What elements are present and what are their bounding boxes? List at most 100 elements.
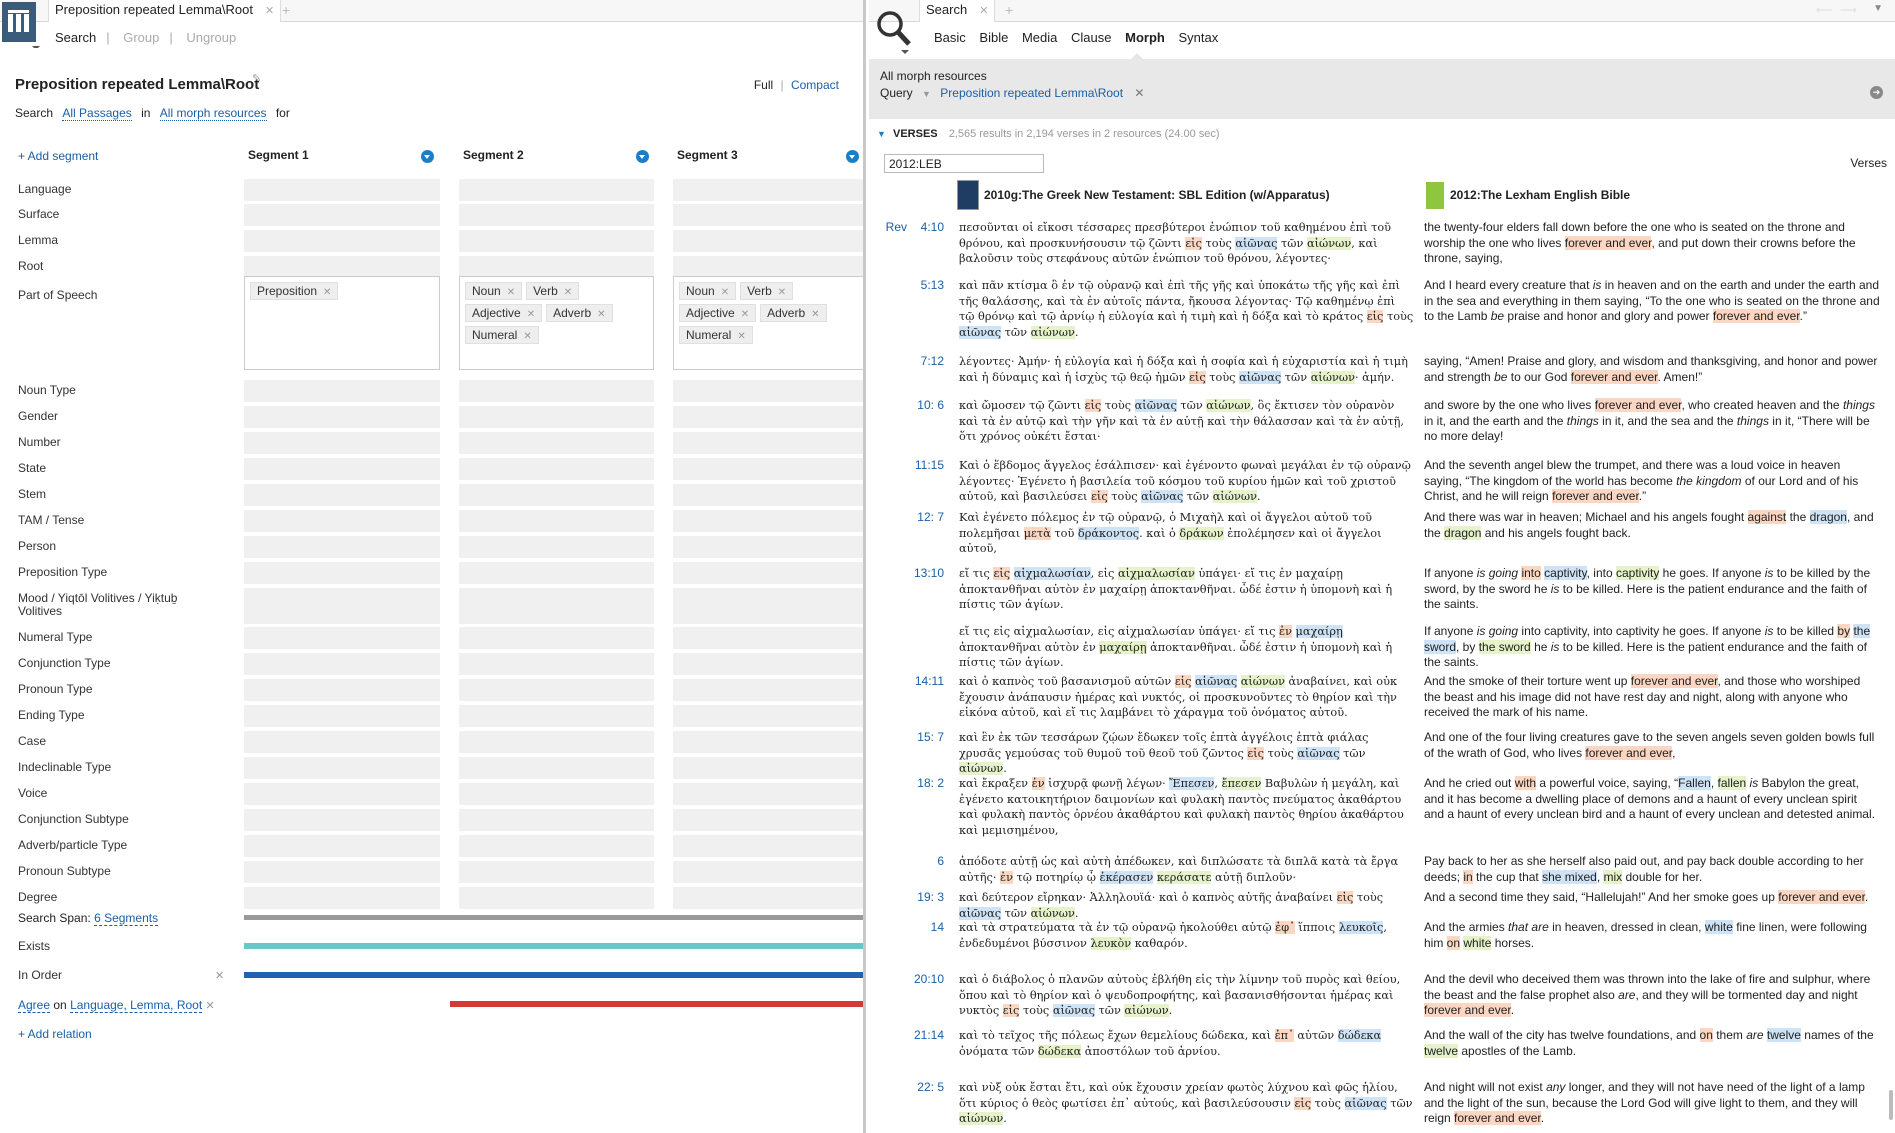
attribute-cell[interactable] bbox=[244, 432, 440, 454]
attribute-cell[interactable] bbox=[244, 588, 440, 624]
remove-icon[interactable]: ✕ bbox=[215, 969, 224, 982]
search-app-icon[interactable] bbox=[875, 6, 915, 59]
attribute-cell[interactable] bbox=[459, 562, 654, 584]
tab-query[interactable]: Preposition repeated Lemma\Root ✕ bbox=[48, 0, 282, 22]
close-icon[interactable]: ✕ bbox=[979, 5, 988, 17]
tab-syntax[interactable]: Syntax bbox=[1178, 30, 1218, 45]
attribute-cell[interactable] bbox=[459, 230, 654, 252]
english-text[interactable]: And I heard every creature that is in he… bbox=[1424, 278, 1880, 325]
attribute-cell[interactable] bbox=[673, 536, 863, 558]
tab-clause[interactable]: Clause bbox=[1071, 30, 1111, 45]
attribute-cell[interactable] bbox=[459, 406, 654, 428]
attribute-cell[interactable] bbox=[673, 380, 863, 402]
pos-chip[interactable]: Numeral ✕ bbox=[465, 326, 539, 344]
pos-chip[interactable]: Adjective ✕ bbox=[465, 304, 543, 322]
verse-reference[interactable]: 6 bbox=[869, 854, 944, 868]
attribute-cell[interactable] bbox=[244, 510, 440, 532]
remove-icon[interactable]: ✕ bbox=[721, 287, 729, 298]
morph-query-app-icon[interactable] bbox=[2, 2, 40, 50]
segment-1-menu-icon[interactable] bbox=[421, 150, 434, 163]
resource-2-title[interactable]: 2012:The Lexham English Bible bbox=[1450, 188, 1630, 202]
collapse-icon[interactable]: ▼ bbox=[877, 129, 886, 139]
attribute-cell[interactable] bbox=[673, 887, 863, 909]
edit-icon[interactable]: ✎ bbox=[252, 72, 261, 85]
tab-media[interactable]: Media bbox=[1022, 30, 1057, 45]
tab-bible[interactable]: Bible bbox=[979, 30, 1008, 45]
verse-reference[interactable]: 5:13 bbox=[869, 278, 944, 292]
attribute-cell[interactable] bbox=[244, 179, 440, 201]
attribute-cell[interactable] bbox=[673, 510, 863, 532]
agree-bar[interactable] bbox=[450, 1001, 863, 1007]
pos-chip[interactable]: Numeral ✕ bbox=[679, 326, 753, 344]
segment-1-pos-box[interactable]: Preposition ✕ bbox=[244, 276, 440, 370]
attribute-cell[interactable] bbox=[459, 510, 654, 532]
forward-arrow-icon[interactable]: ⟶ bbox=[1840, 3, 1857, 17]
remove-icon[interactable]: ✕ bbox=[737, 331, 745, 342]
query-link[interactable]: Preposition repeated Lemma\Root bbox=[940, 86, 1123, 100]
attribute-cell[interactable] bbox=[459, 204, 654, 226]
verse-reference[interactable]: 11:15 bbox=[869, 458, 944, 472]
add-relation-button[interactable]: + Add relation bbox=[18, 1027, 92, 1041]
attribute-cell[interactable] bbox=[673, 653, 863, 675]
attribute-cell[interactable] bbox=[459, 536, 654, 558]
verse-reference[interactable]: 21:14 bbox=[869, 1028, 944, 1042]
attribute-cell[interactable] bbox=[673, 179, 863, 201]
verse-reference[interactable]: 14 bbox=[869, 920, 944, 934]
verse-reference[interactable]: 22: 5 bbox=[869, 1080, 944, 1094]
attribute-cell[interactable] bbox=[673, 256, 863, 278]
agree-link[interactable]: Agree bbox=[18, 998, 51, 1013]
remove-icon[interactable]: ✕ bbox=[778, 287, 786, 298]
greek-text[interactable]: καὶ ὁ καπνὸς τοῦ βασανισμοῦ αὐτῶν εἰς αἰ… bbox=[959, 674, 1414, 721]
greek-text[interactable]: λέγοντες· Ἀμήν· ἡ εὐλογία καὶ ἡ δόξα καὶ… bbox=[959, 354, 1414, 385]
chevron-down-icon[interactable]: ▼ bbox=[922, 89, 931, 99]
close-icon[interactable]: ✕ bbox=[265, 5, 274, 17]
attribute-cell[interactable] bbox=[459, 705, 654, 727]
attribute-cell[interactable] bbox=[673, 432, 863, 454]
view-full-button[interactable]: Full bbox=[754, 78, 773, 92]
greek-text[interactable]: ἀπόδοτε αὐτῇ ὡς καὶ αὐτὴ ἀπέδωκεν, καὶ δ… bbox=[959, 854, 1414, 885]
attribute-cell[interactable] bbox=[673, 757, 863, 779]
in-order-bar[interactable] bbox=[244, 972, 863, 978]
run-search-icon[interactable]: ➔ bbox=[1870, 86, 1883, 99]
attribute-cell[interactable] bbox=[244, 861, 440, 883]
greek-text[interactable]: καὶ ἓν ἐκ τῶν τεσσάρων ζῴων ἔδωκεν τοῖς … bbox=[959, 730, 1414, 777]
scrollbar-thumb[interactable] bbox=[1889, 1090, 1893, 1120]
english-text[interactable]: And the seventh angel blew the trumpet, … bbox=[1424, 458, 1880, 505]
english-text[interactable]: Pay back to her as she herself also paid… bbox=[1424, 854, 1880, 885]
greek-text[interactable]: εἴ τις εἰς αἰχμαλωσίαν, εἰς αἰχμαλωσίαν … bbox=[959, 624, 1414, 671]
attribute-cell[interactable] bbox=[244, 562, 440, 584]
attribute-cell[interactable] bbox=[244, 458, 440, 480]
greek-text[interactable]: καὶ δεύτερον εἴρηκαν· Ἁλληλουϊά· καὶ ὁ κ… bbox=[959, 890, 1414, 921]
attribute-cell[interactable] bbox=[459, 179, 654, 201]
remove-icon[interactable]: ✕ bbox=[523, 331, 531, 342]
greek-text[interactable]: καὶ πᾶν κτίσμα ὃ ἐν τῷ οὐρανῷ καὶ ἐπὶ τῆ… bbox=[959, 278, 1414, 340]
greek-text[interactable]: καὶ ὤμοσεν τῷ ζῶντι εἰς τοὺς αἰῶνας τῶν … bbox=[959, 398, 1414, 445]
attribute-cell[interactable] bbox=[244, 256, 440, 278]
segment-3-menu-icon[interactable] bbox=[846, 150, 859, 163]
attribute-cell[interactable] bbox=[673, 588, 863, 624]
attribute-cell[interactable] bbox=[459, 835, 654, 857]
attribute-cell[interactable] bbox=[673, 783, 863, 805]
attribute-cell[interactable] bbox=[244, 705, 440, 727]
attribute-cell[interactable] bbox=[244, 757, 440, 779]
greek-text[interactable]: καὶ νὺξ οὐκ ἔσται ἔτι, καὶ οὐκ ἔχουσιν χ… bbox=[959, 1080, 1414, 1127]
search-button[interactable]: Search bbox=[55, 30, 96, 45]
resources-link[interactable]: All morph resources bbox=[159, 106, 267, 121]
attribute-cell[interactable] bbox=[673, 679, 863, 701]
attribute-cell[interactable] bbox=[244, 627, 440, 649]
english-text[interactable]: saying, “Amen! Praise and glory, and wis… bbox=[1424, 354, 1880, 385]
greek-text[interactable]: καὶ τὸ τεῖχος τῆς πόλεως ἔχων θεμελίους … bbox=[959, 1028, 1414, 1059]
attribute-cell[interactable] bbox=[459, 653, 654, 675]
add-segment-button[interactable]: + Add segment bbox=[18, 149, 98, 163]
attribute-cell[interactable] bbox=[459, 256, 654, 278]
greek-text[interactable]: καὶ τὰ στρατεύματα τὰ ἐν τῷ οὐρανῷ ἠκολο… bbox=[959, 920, 1414, 951]
attribute-cell[interactable] bbox=[244, 380, 440, 402]
remove-icon[interactable]: ✕ bbox=[564, 287, 572, 298]
attribute-cell[interactable] bbox=[673, 230, 863, 252]
attribute-cell[interactable] bbox=[244, 653, 440, 675]
english-text[interactable]: And the wall of the city has twelve foun… bbox=[1424, 1028, 1880, 1059]
remove-icon[interactable]: ✕ bbox=[507, 287, 515, 298]
attribute-cell[interactable] bbox=[673, 484, 863, 506]
english-text[interactable]: If anyone is going into captivity, into … bbox=[1424, 624, 1880, 671]
english-text[interactable]: And a second time they said, “Hallelujah… bbox=[1424, 890, 1880, 906]
